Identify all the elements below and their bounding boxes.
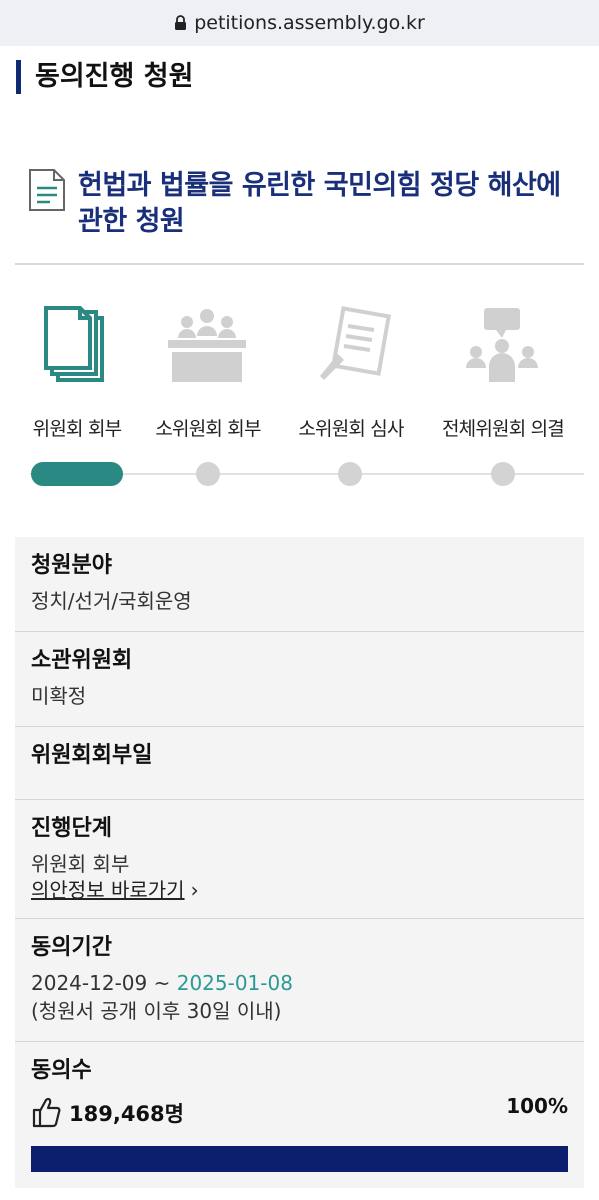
period-start: 2024-12-09 [31,971,148,995]
agree-progress-bar [31,1146,568,1172]
step-label-plenary-vote: 전체위원회 의결 [441,418,565,440]
page-title: 동의진행 청원 [16,60,193,94]
info-value: 위원회 회부 [31,852,130,876]
divider [15,263,584,265]
info-row-referral-date: 위원회회부일 [15,727,584,800]
info-label: 위원회회부일 [31,743,153,768]
info-label: 동의수 [31,1058,92,1083]
period-note: (청원서 공개 이후 30일 이내) [31,999,282,1023]
agree-percent: 100% [506,1094,568,1118]
documents-icon [44,306,104,382]
petition-info-table: 청원분야 정치/선거/국회운영 소관위원회 미확정 위원회회부일 진행단계 위원… [15,537,584,1188]
step-indicator [338,462,362,486]
browser-url-bar[interactable]: petitions.assembly.go.kr [0,0,599,46]
info-label: 동의기간 [31,935,112,960]
step-label-subcommittee-review: 소위원회 심사 [298,418,404,440]
period-separator: ~ [153,971,171,995]
info-row-committee: 소관위원회 미확정 [15,632,584,727]
step-indicator [196,462,220,486]
step-indicator [491,462,515,486]
agree-progress-fill [31,1146,568,1172]
step-indicator-active [31,462,123,486]
url-text: petitions.assembly.go.kr [194,12,425,34]
info-value: 미확정 [31,684,87,708]
document-icon [29,169,65,211]
chevron-right-icon[interactable]: › [191,878,199,902]
info-row-period: 동의기간 2024-12-09 ~ 2025-01-08 (청원서 공개 이후 … [15,919,584,1042]
thumbs-up-icon [32,1097,61,1128]
info-row-stage: 진행단계 위원회 회부 의안정보 바로가기 › [15,800,584,919]
review-pen-icon [320,306,392,380]
step-label-subcommittee-referral: 소위원회 회부 [155,418,261,440]
meeting-table-icon [168,309,246,382]
info-row-agree: 동의수 189,468명 100% [15,1042,584,1188]
plenary-icon [466,308,538,382]
info-label: 진행단계 [31,816,112,841]
info-row-category: 청원분야 정치/선거/국회운영 [15,537,584,632]
step-label-referral: 위원회 회부 [32,418,122,440]
bill-info-link[interactable]: 의안정보 바로가기 [31,878,185,902]
period-end: 2025-01-08 [176,971,293,995]
lock-icon [175,15,187,30]
info-label: 청원분야 [31,553,112,578]
agree-count: 189,468명 [69,1102,184,1126]
petition-title: 헌법과 법률을 유린한 국민의힘 정당 해산에 관한 청원 [78,170,561,237]
info-value: 정치/선거/국회운영 [31,589,192,613]
info-label: 소관위원회 [31,648,133,673]
